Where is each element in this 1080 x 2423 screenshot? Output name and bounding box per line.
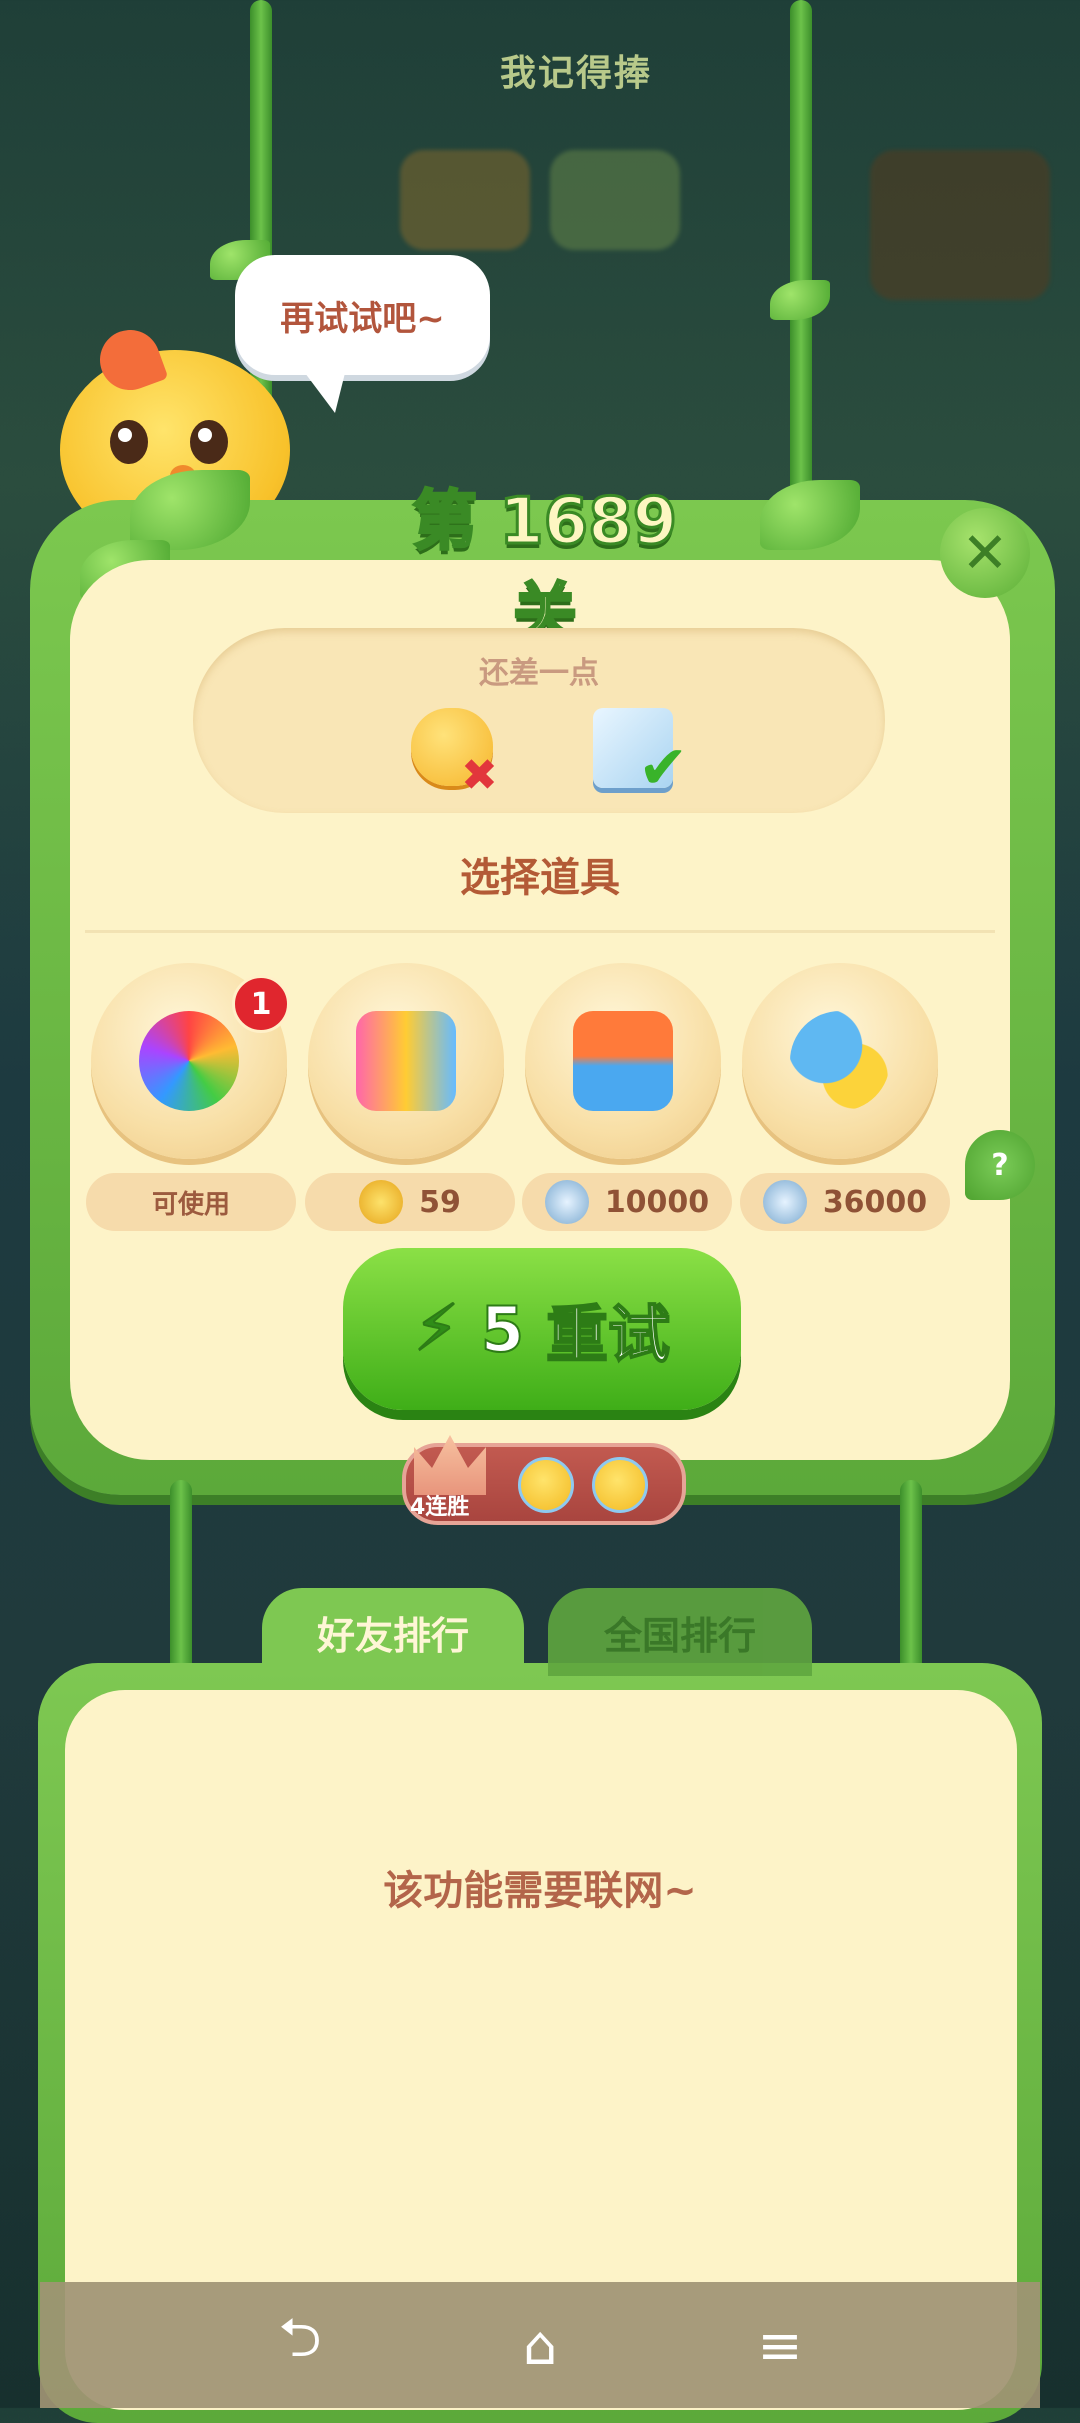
tab-friends-ranking[interactable]: 好友排行 [262, 1588, 524, 1676]
speech-bubble: 再试试吧~ [235, 255, 490, 413]
win-streak-bar: 4连胜 [402, 1435, 686, 1525]
background-board-tile [550, 150, 680, 250]
hippo-chick-icon [790, 1011, 890, 1111]
rainbow-owl-icon [139, 1011, 239, 1111]
check-icon: ✔ [638, 733, 689, 803]
vine-right [790, 0, 812, 520]
background-hint-text: 我记得捧 [500, 53, 653, 94]
chick-eye [110, 420, 148, 464]
system-nav-bar: ⮌ ⌂ ≡ [40, 2282, 1040, 2408]
gold-coin-icon [359, 1180, 404, 1224]
leaf [770, 280, 830, 320]
home-button[interactable]: ⌂ [505, 2312, 575, 2378]
booster-hippo-chick[interactable] [742, 963, 938, 1159]
level-title: 第 1689 关 [411, 484, 678, 653]
goal-status-box: 还差一点 ✖ ✔ [193, 628, 885, 813]
menu-button[interactable]: ≡ [745, 2312, 815, 2378]
streak-chick-icon [518, 1457, 574, 1513]
price-tag-free: 可使用 [86, 1173, 296, 1231]
silver-coin-icon [762, 1180, 807, 1224]
price-text: 可使用 [151, 1189, 230, 1220]
retry-label: 重试 [545, 1297, 671, 1372]
help-button[interactable]: ? [965, 1130, 1035, 1200]
vine-left-lower [170, 1480, 192, 1680]
rockets-icon [356, 1011, 456, 1111]
item-count-badge: 1 [232, 975, 290, 1033]
booster-plus-three-moves[interactable] [525, 963, 721, 1159]
background-board-tile [870, 150, 1050, 300]
cross-icon: ✖ [461, 750, 498, 801]
tab-national-ranking[interactable]: 全国排行 [548, 1588, 812, 1676]
goal-status-label: 还差一点 [479, 656, 599, 691]
price-text: 59 [419, 1184, 461, 1220]
price-tag-gold: 59 [305, 1173, 515, 1231]
back-button[interactable]: ⮌ [265, 2306, 335, 2378]
chick-comb [91, 321, 169, 399]
booster-rockets[interactable] [308, 963, 504, 1159]
plus-three-moves-icon [573, 1011, 673, 1111]
close-button[interactable]: ✕ [940, 508, 1030, 598]
retry-button[interactable]: ⚡ 5 重试 [343, 1248, 741, 1410]
retry-energy-cost: 5 [480, 1292, 525, 1367]
silver-coin-icon [544, 1180, 589, 1224]
price-tag-silver: 36000 [740, 1173, 950, 1231]
energy-bolt-icon: ⚡ [413, 1291, 460, 1367]
price-tag-silver: 10000 [522, 1173, 732, 1231]
price-text: 10000 [604, 1184, 710, 1220]
speech-bubble-text: 再试试吧~ [280, 298, 445, 339]
streak-chick-icon [592, 1457, 648, 1513]
background-board-tile [400, 150, 530, 250]
win-streak-label: 4连胜 [410, 1495, 470, 1520]
select-items-title: 选择道具 [460, 855, 620, 901]
network-required-message: 该功能需要联网~ [383, 1868, 697, 1914]
divider [85, 930, 995, 933]
vine-right-lower [900, 1480, 922, 1680]
chick-eye [190, 420, 228, 464]
price-text: 36000 [822, 1184, 928, 1220]
